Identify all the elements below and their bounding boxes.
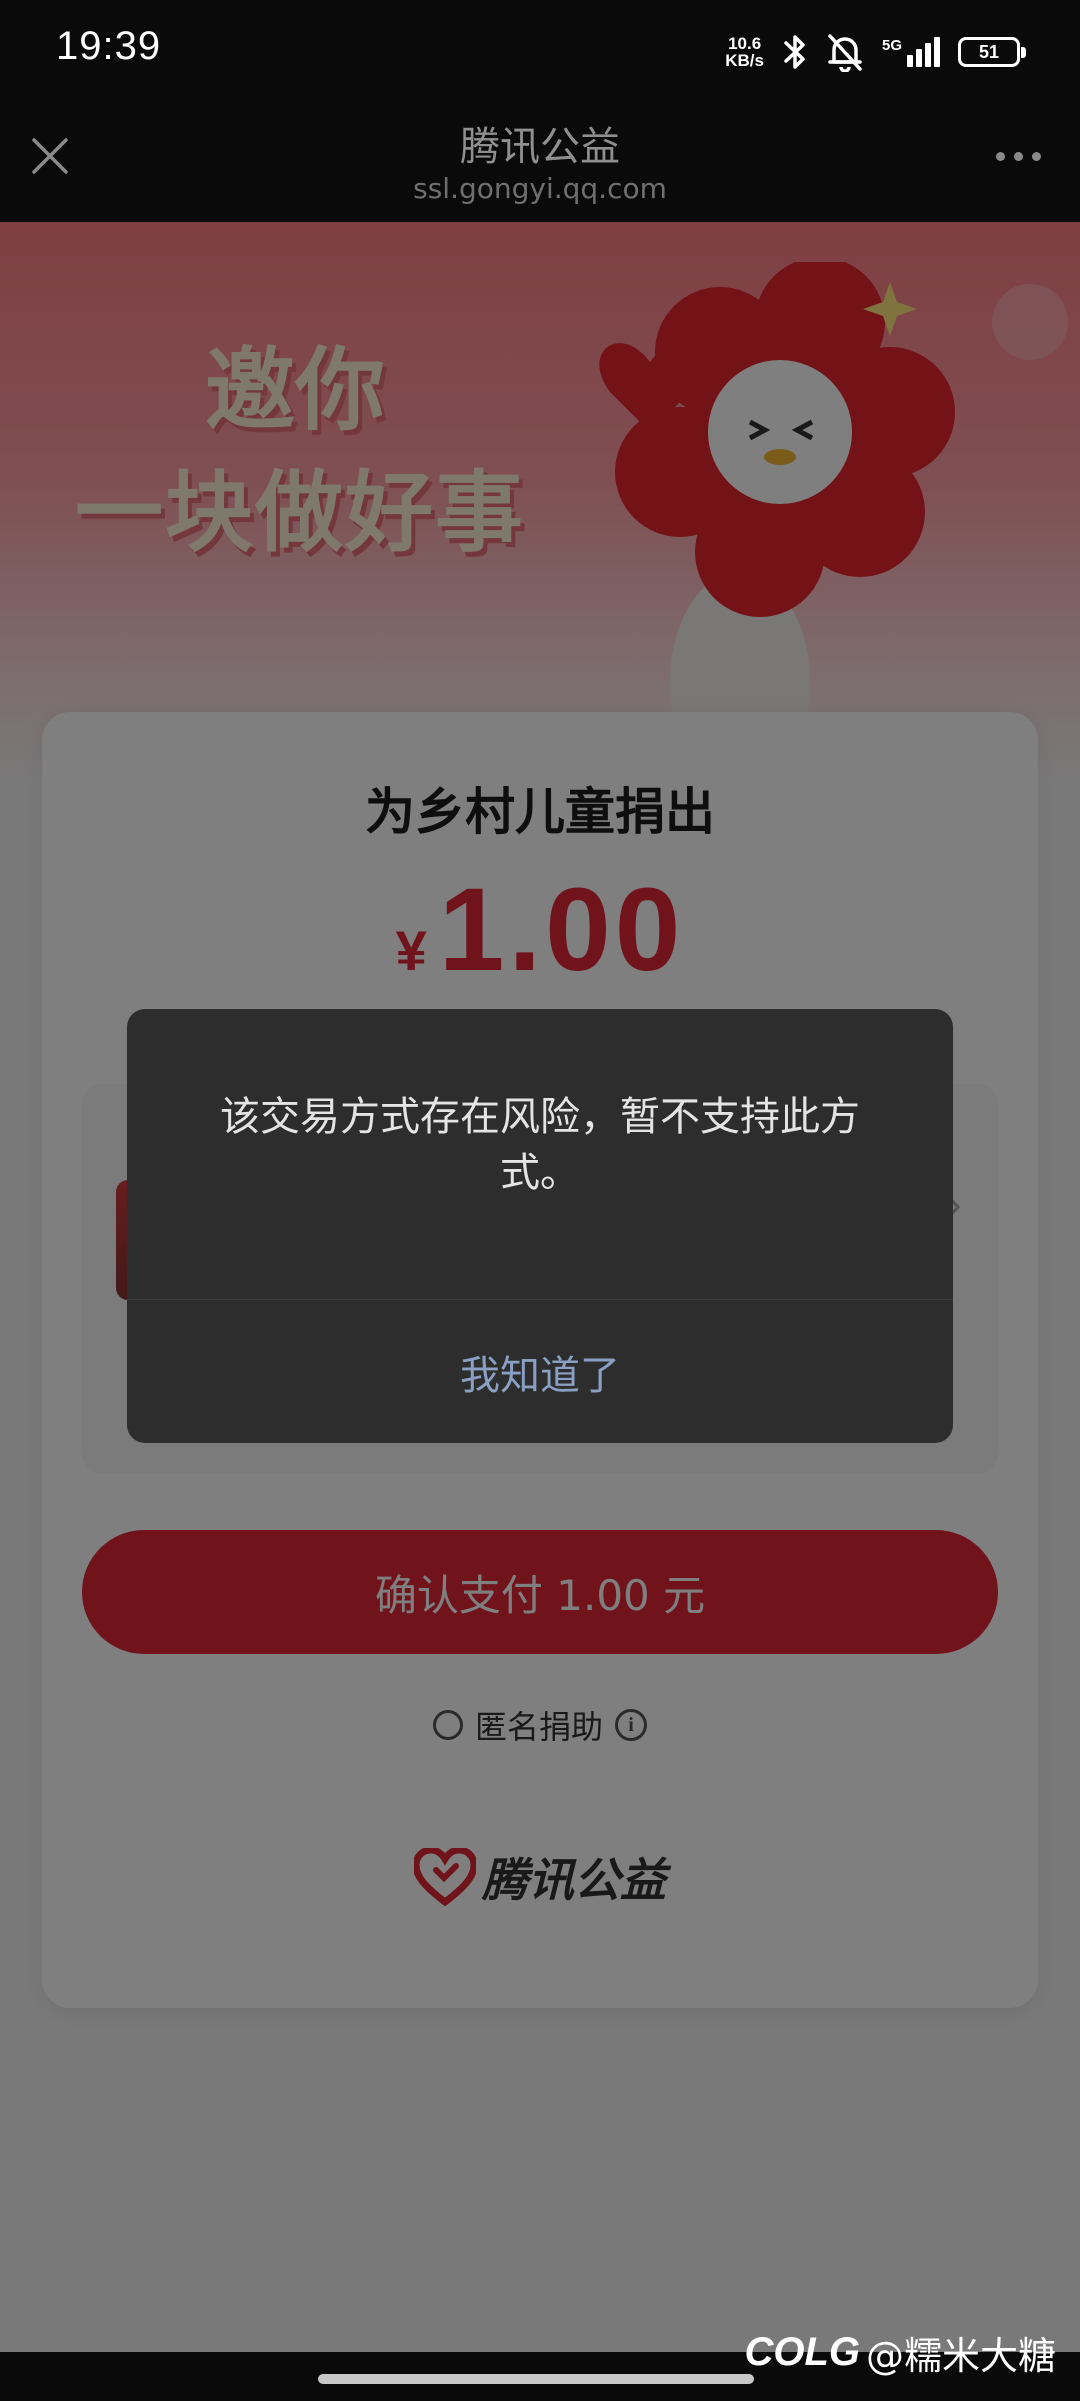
alert-dialog: 该交易方式存在风险，暂不支持此方式。 我知道了: [127, 1009, 953, 1443]
more-options-icon[interactable]: [996, 142, 1050, 170]
watermark: COLG @糯米大糖: [744, 2325, 1056, 2380]
network-speed: 10.6 KB/s: [725, 35, 764, 69]
acknowledge-button[interactable]: 我知道了: [127, 1300, 953, 1443]
page-title: 腾讯公益: [460, 124, 620, 170]
network-speed-value: 10.6: [728, 34, 762, 53]
network-type: 5G: [881, 37, 902, 54]
page-url: ssl.gongyi.qq.com: [413, 172, 667, 205]
watermark-handle: @糯米大糖: [865, 2334, 1056, 2378]
title-bar: 腾讯公益 ssl.gongyi.qq.com: [0, 100, 1080, 222]
network-speed-unit: KB/s: [725, 51, 764, 70]
status-time: 19:39: [56, 24, 162, 68]
battery-level: 51: [978, 41, 1000, 62]
battery-icon: 51: [958, 37, 1026, 67]
mute-bell-icon: [828, 34, 862, 72]
status-icons: 10.6 KB/s 5G 51: [725, 28, 1026, 76]
signal-icon: 5G: [882, 37, 940, 67]
status-bar: 19:39 10.6 KB/s 5G 51: [0, 0, 1080, 100]
bluetooth-icon: [784, 35, 805, 69]
watermark-brand: COLG: [744, 2330, 860, 2374]
dialog-message: 该交易方式存在风险，暂不支持此方式。: [220, 1094, 860, 1196]
home-indicator[interactable]: [318, 2374, 754, 2384]
